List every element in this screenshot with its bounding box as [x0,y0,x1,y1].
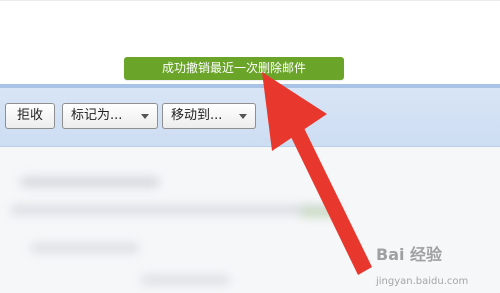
mail-toolbar: 拒收 标记为... 移动到... [0,88,500,147]
chevron-down-icon [239,114,247,119]
undo-success-toast: 成功撤销最近一次删除邮件 [124,57,344,80]
baidu-jingyan-watermark: Bai 经验 jingyan.baidu.com [376,241,494,287]
move-to-dropdown[interactable]: 移动到... [162,103,256,129]
top-divider [0,0,500,1]
chevron-down-icon [141,114,149,119]
blurred-row [10,205,340,215]
email-client-screenshot: 成功撤销最近一次删除邮件 拒收 标记为... 移动到... Bai 经验 jin… [0,0,500,293]
mark-as-label: 标记为... [71,108,123,123]
blurred-row [20,177,160,187]
reject-button[interactable]: 拒收 [5,103,55,129]
mark-as-dropdown[interactable]: 标记为... [62,103,158,129]
watermark-logo: Bai 经验 [376,245,443,264]
blurred-row [300,207,340,217]
move-to-label: 移动到... [171,108,223,123]
watermark-url: jingyan.baidu.com [376,276,469,287]
blurred-row [140,275,230,285]
blurred-row [30,243,140,253]
